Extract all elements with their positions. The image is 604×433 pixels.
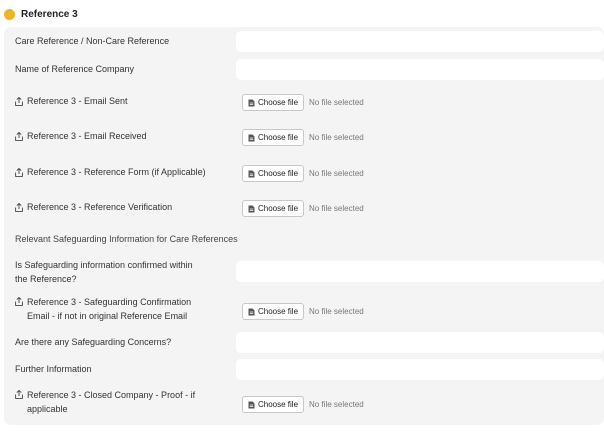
document-icon — [248, 99, 255, 106]
closed-company-file-status: No file selected — [309, 400, 364, 409]
upload-icon — [15, 390, 23, 399]
safeguarding-subheading: Relevant Safeguarding Information for Ca… — [15, 234, 238, 244]
email-received-choose-file-button[interactable]: Choose file — [242, 129, 305, 146]
upload-icon — [15, 202, 23, 212]
document-icon — [248, 170, 255, 177]
closed-company-file-input: Choose file No file selected — [242, 396, 364, 413]
company-name-label: Name of Reference Company — [15, 64, 135, 74]
safeguarding-email-choose-file-button[interactable]: Choose file — [242, 303, 305, 320]
company-name-input[interactable] — [236, 59, 604, 80]
reference-verification-file-status: No file selected — [309, 204, 364, 213]
safeguarding-email-label: Reference 3 - Safeguarding Confirmation … — [15, 295, 191, 323]
safeguarding-email-file-input: Choose file No file selected — [242, 303, 364, 320]
reference-form-file-status: No file selected — [309, 169, 364, 178]
document-icon — [248, 134, 255, 141]
document-icon — [248, 205, 255, 212]
further-information-input[interactable] — [236, 359, 604, 380]
email-sent-file-input: Choose file No file selected — [242, 94, 364, 111]
section-header: Reference 3 — [4, 7, 78, 21]
email-received-file-input: Choose file No file selected — [242, 129, 364, 146]
email-sent-choose-file-button[interactable]: Choose file — [242, 94, 305, 111]
section-title: Reference 3 — [21, 8, 78, 20]
document-icon — [248, 308, 255, 315]
email-received-file-status: No file selected — [309, 133, 364, 142]
upload-icon — [15, 167, 23, 177]
upload-icon — [15, 131, 23, 141]
email-received-label: Reference 3 - Email Received — [15, 129, 147, 143]
reference-verification-choose-file-button[interactable]: Choose file — [242, 200, 305, 217]
reference-form-panel: Care Reference / Non-Care Reference Name… — [4, 27, 604, 425]
email-sent-file-status: No file selected — [309, 98, 364, 107]
upload-icon — [15, 96, 23, 106]
further-information-label: Further Information — [15, 364, 92, 374]
safeguarding-confirmed-label: Is Safeguarding information confirmed wi… — [15, 260, 193, 284]
safeguarding-concerns-input[interactable] — [236, 332, 604, 353]
document-icon — [248, 401, 255, 408]
closed-company-choose-file-button[interactable]: Choose file — [242, 396, 305, 413]
reference-form-choose-file-button[interactable]: Choose file — [242, 165, 305, 182]
safeguarding-email-file-status: No file selected — [309, 307, 364, 316]
reference-form-file-input: Choose file No file selected — [242, 165, 364, 182]
reference-verification-file-input: Choose file No file selected — [242, 200, 364, 217]
safeguarding-confirmed-input[interactable] — [236, 261, 604, 282]
reference-verification-label: Reference 3 - Reference Verification — [15, 200, 172, 214]
upload-icon — [15, 297, 23, 306]
email-sent-label: Reference 3 - Email Sent — [15, 94, 128, 108]
closed-company-label: Reference 3 - Closed Company - Proof - i… — [15, 388, 195, 416]
status-dot-icon — [4, 8, 15, 20]
care-reference-input[interactable] — [236, 31, 604, 52]
care-reference-label: Care Reference / Non-Care Reference — [15, 36, 170, 46]
reference-form-label: Reference 3 - Reference Form (if Applica… — [15, 165, 206, 179]
safeguarding-concerns-label: Are there any Safeguarding Concerns? — [15, 337, 172, 347]
